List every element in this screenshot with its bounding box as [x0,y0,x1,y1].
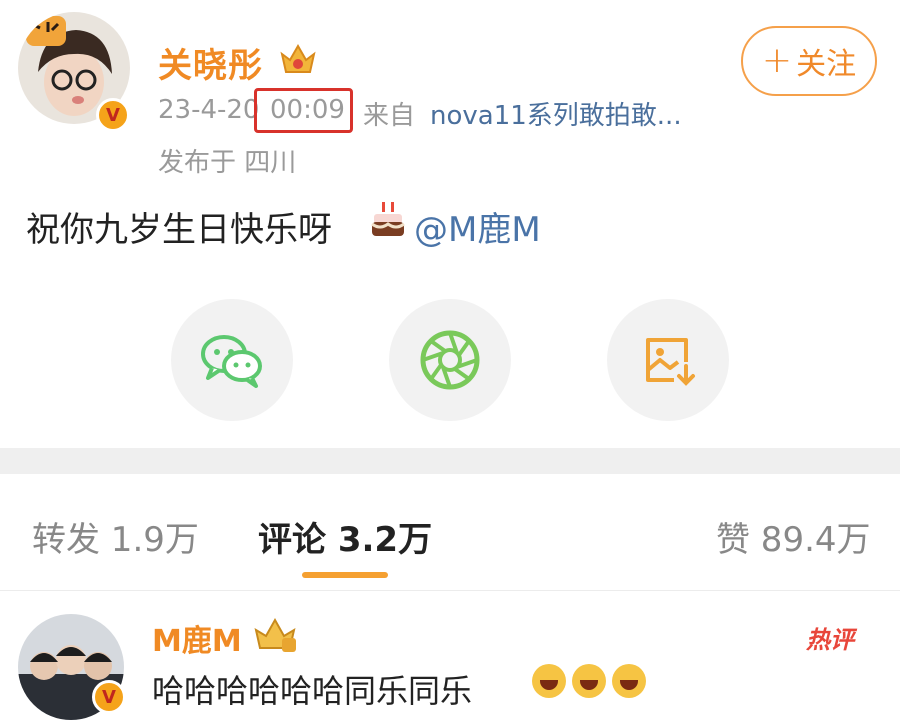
birthday-cake-icon [370,200,406,240]
tab-repost[interactable]: 转发 1.9万 [32,512,199,561]
vip-crown-icon [252,616,298,654]
tabs-divider [0,590,900,591]
save-image-icon [646,338,695,386]
laugh-emoji-group [532,664,646,698]
post-date: 23-4-20 [158,95,260,125]
post-text: 祝你九岁生日快乐呀 [26,210,332,250]
post-source-link[interactable]: nova11系列敢拍敢... [430,95,682,132]
hot-comment-badge: 热评 [806,626,854,654]
share-wechat-button[interactable] [171,299,293,421]
time-highlight-box [254,88,353,133]
share-moments-button[interactable] [389,299,511,421]
commenter-name[interactable]: M鹿M [152,616,242,660]
section-divider [0,448,900,474]
save-image-button[interactable] [607,299,729,421]
follow-button[interactable]: + 关注 [741,26,877,96]
mention-link[interactable]: @M鹿M [414,202,541,251]
wechat-icon [201,335,262,388]
crown-icon [278,38,318,78]
follow-label: 关注 [796,47,857,82]
tab-comments[interactable]: 评论 3.2万 [258,512,432,561]
plus-icon: + [761,40,793,81]
author-name[interactable]: 关晓彤 [158,38,263,87]
post-location: 发布于 四川 [158,148,297,178]
laugh-emoji-icon [612,664,646,698]
moments-icon [420,330,480,390]
commenter-verified-badge-icon: V [92,680,126,714]
source-prefix: 来自 [363,101,416,131]
active-tab-indicator [302,572,388,578]
laugh-emoji-icon [532,664,566,698]
laugh-emoji-icon [572,664,606,698]
comment-text: 哈哈哈哈哈哈同乐同乐 [152,672,473,710]
tab-likes[interactable]: 赞 89.4万 [716,512,871,561]
verified-badge-icon: V [96,98,130,132]
